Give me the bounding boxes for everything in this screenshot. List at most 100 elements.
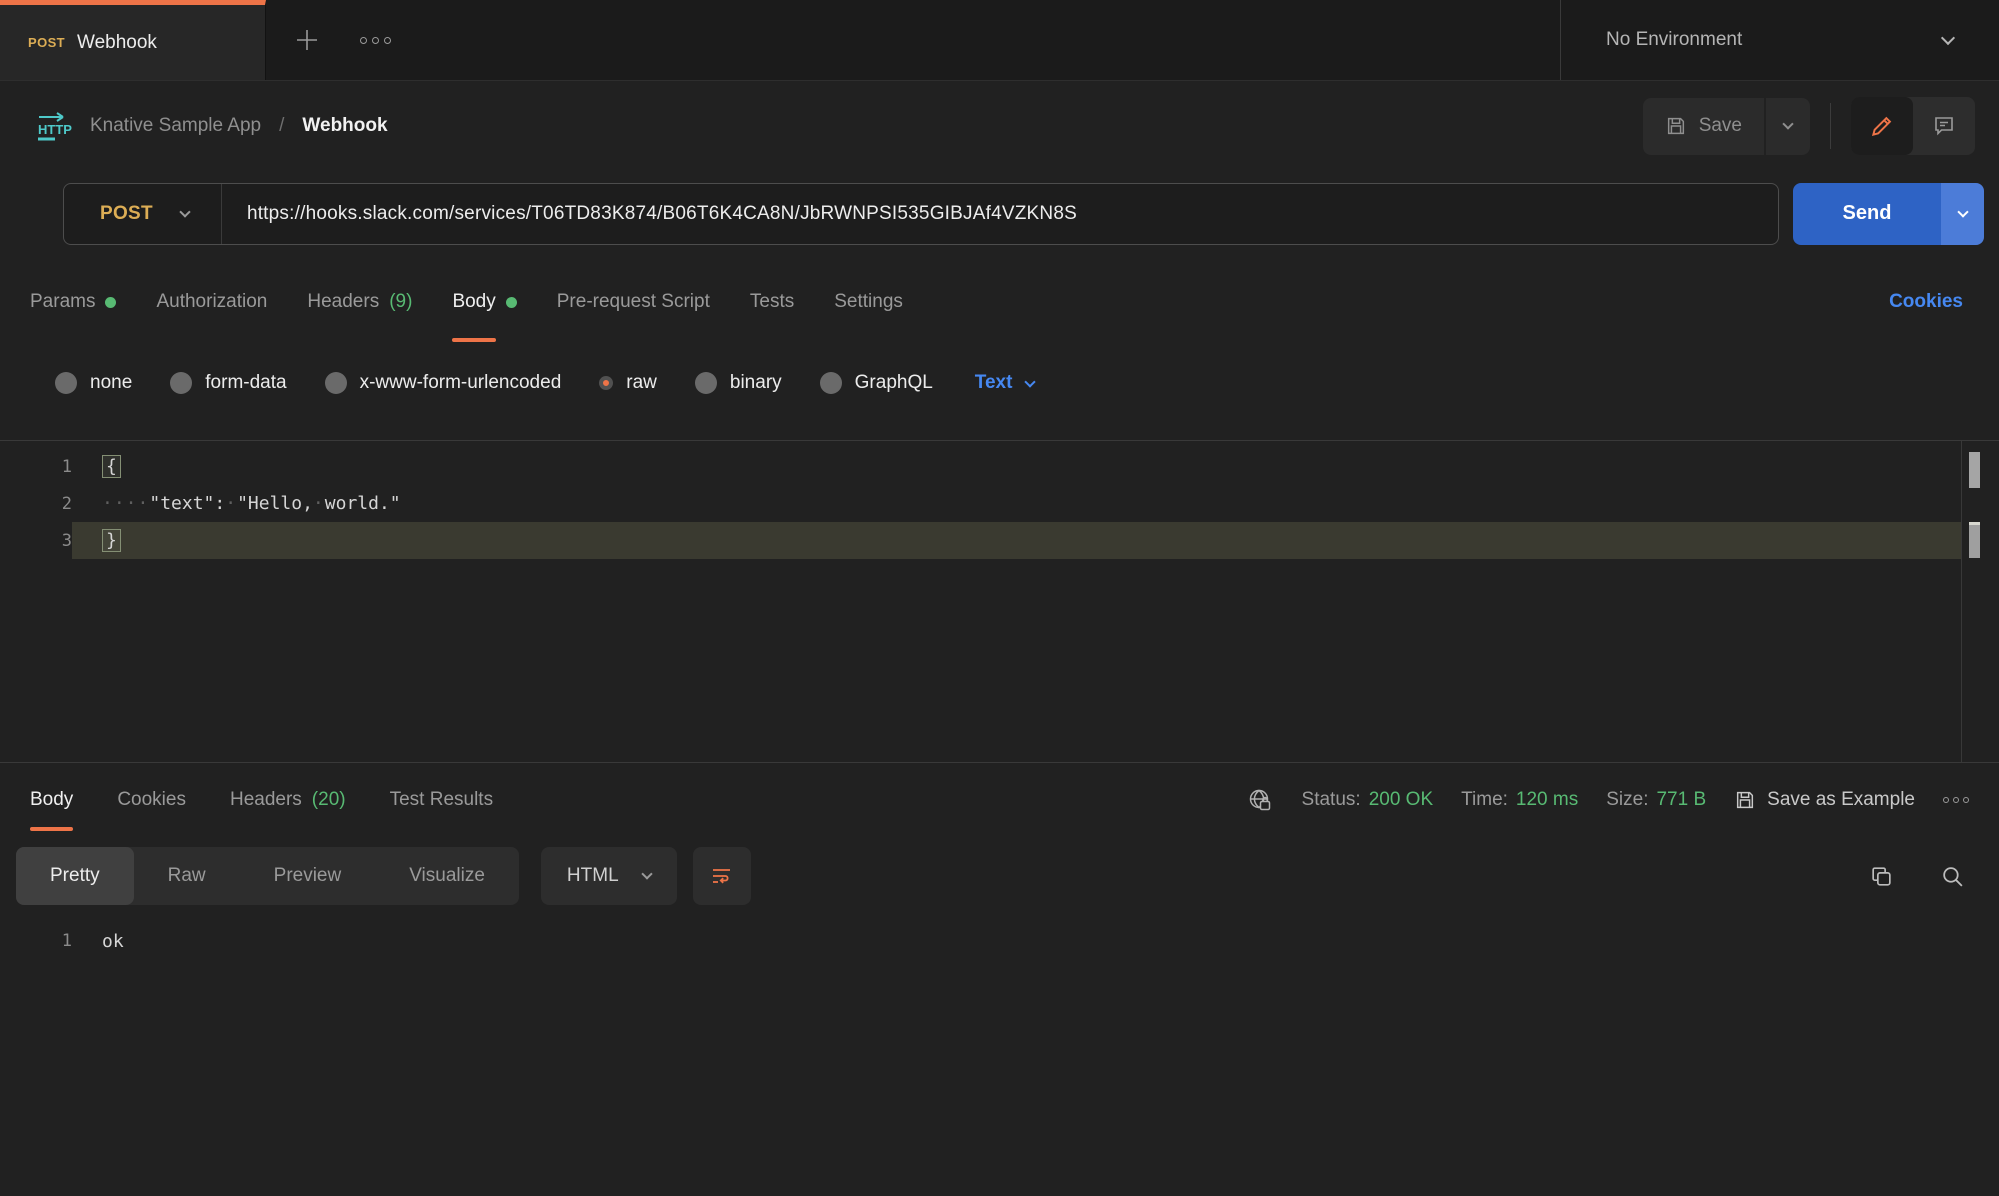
edit-documentation-button[interactable] — [1851, 97, 1913, 155]
tab-settings-label: Settings — [834, 256, 903, 348]
response-meta: Status: 200 OK Time: 120 ms Size: 771 B … — [1247, 787, 1969, 814]
mode-form-data[interactable]: form-data — [170, 372, 286, 394]
view-pretty[interactable]: Pretty — [16, 847, 134, 905]
save-as-example-button[interactable]: Save as Example — [1734, 789, 1915, 811]
search-icon — [1940, 864, 1965, 889]
editor-line-3-current: 3 } — [0, 522, 1999, 559]
save-icon — [1665, 115, 1687, 137]
scrollbar-mark[interactable] — [1969, 452, 1980, 488]
response-format-dropdown[interactable]: HTML — [541, 847, 677, 905]
response-format-label: HTML — [567, 865, 619, 887]
wrap-lines-button[interactable] — [693, 847, 751, 905]
request-tab-strip: POST Webhook No Environment — [0, 0, 1999, 81]
comment-icon — [1932, 114, 1956, 138]
send-button[interactable]: Send — [1793, 183, 1941, 245]
response-headers-count: (20) — [312, 789, 346, 811]
mode-urlencoded[interactable]: x-www-form-urlencoded — [325, 372, 562, 394]
plus-icon — [294, 27, 320, 53]
header-divider — [1830, 103, 1831, 149]
tab-tests[interactable]: Tests — [750, 256, 794, 348]
tab-params[interactable]: Params — [30, 256, 116, 348]
mode-binary[interactable]: binary — [695, 372, 782, 394]
copy-response-button[interactable] — [1869, 864, 1894, 889]
save-options-button[interactable] — [1766, 98, 1810, 155]
tab-settings[interactable]: Settings — [834, 256, 903, 348]
response-tab-headers[interactable]: Headers (20) — [230, 763, 346, 837]
response-toolbar: Pretty Raw Preview Visualize HTML — [0, 837, 1999, 915]
request-body-editor[interactable]: 1 { 2 ····"text":·"Hello,·world." 3 } — [0, 440, 1999, 763]
tab-body-label: Body — [452, 256, 495, 348]
radio-raw-selected[interactable] — [599, 376, 613, 390]
mode-none[interactable]: none — [55, 372, 132, 394]
response-tab-cookies-label: Cookies — [117, 763, 186, 837]
radio-none[interactable] — [55, 372, 77, 394]
tab-body[interactable]: Body — [452, 256, 516, 348]
line-number: 1 — [0, 448, 72, 485]
view-preview-label: Preview — [274, 865, 342, 887]
size-field[interactable]: Size: 771 B — [1606, 789, 1706, 811]
mode-raw[interactable]: raw — [599, 372, 657, 394]
radio-graphql[interactable] — [820, 372, 842, 394]
raw-type-dropdown[interactable]: Text — [975, 372, 1035, 394]
save-button[interactable]: Save — [1643, 98, 1764, 155]
svg-text:HTTP: HTTP — [38, 122, 72, 137]
cookies-link[interactable]: Cookies — [1889, 291, 1963, 313]
mode-graphql[interactable]: GraphQL — [820, 372, 933, 394]
save-button-group: Save — [1643, 98, 1810, 155]
comments-button[interactable] — [1913, 97, 1975, 155]
raw-type-label: Text — [975, 372, 1013, 394]
send-options-button[interactable] — [1941, 183, 1984, 245]
time-field[interactable]: Time: 120 ms — [1461, 789, 1578, 811]
body-active-dot — [506, 297, 517, 308]
open-request-tab[interactable]: POST Webhook — [0, 0, 266, 80]
new-tab-button[interactable] — [294, 27, 320, 53]
tab-authorization[interactable]: Authorization — [156, 256, 267, 348]
tab-headers[interactable]: Headers (9) — [307, 256, 412, 348]
method-dropdown[interactable]: POST — [64, 203, 221, 225]
view-raw[interactable]: Raw — [134, 847, 240, 905]
breadcrumb-request-name[interactable]: Webhook — [302, 115, 387, 137]
copy-icon — [1869, 864, 1894, 889]
time-label: Time: — [1461, 789, 1508, 811]
view-preview[interactable]: Preview — [240, 847, 376, 905]
view-raw-label: Raw — [168, 865, 206, 887]
search-response-button[interactable] — [1940, 864, 1965, 889]
environment-selector[interactable]: No Environment — [1560, 0, 1999, 80]
chevron-down-icon — [1782, 118, 1793, 129]
url-row: POST https://hooks.slack.com/services/T0… — [0, 171, 1999, 256]
response-body[interactable]: 1 ok — [0, 915, 1999, 952]
response-tab-test-results-label: Test Results — [390, 763, 493, 837]
network-globe-lock-icon — [1247, 787, 1274, 814]
line-number: 3 — [0, 522, 72, 559]
header-actions: Save — [1643, 97, 1975, 155]
scrollbar-mark-current-line[interactable] — [1969, 522, 1980, 558]
mode-urlencoded-label: x-www-form-urlencoded — [360, 372, 562, 394]
url-input[interactable]: https://hooks.slack.com/services/T06TD83… — [222, 203, 1778, 225]
response-header: Body Cookies Headers (20) Test Results S… — [0, 763, 1999, 837]
breadcrumb-separator: / — [279, 115, 284, 137]
radio-form-data[interactable] — [170, 372, 192, 394]
response-text: ok — [72, 931, 124, 952]
time-value: 120 ms — [1516, 789, 1578, 811]
status-field[interactable]: Status: 200 OK — [1302, 789, 1434, 811]
radio-binary[interactable] — [695, 372, 717, 394]
tab-method-badge: POST — [28, 35, 65, 50]
tab-options-button[interactable] — [360, 37, 391, 44]
radio-urlencoded[interactable] — [325, 372, 347, 394]
tab-pre-request-script[interactable]: Pre-request Script — [557, 256, 710, 348]
tab-pre-request-label: Pre-request Script — [557, 256, 710, 348]
response-tab-test-results[interactable]: Test Results — [390, 763, 493, 837]
response-tab-cookies[interactable]: Cookies — [117, 763, 186, 837]
breadcrumb-collection[interactable]: Knative Sample App — [90, 115, 261, 137]
response-tabs: Body Cookies Headers (20) Test Results — [30, 763, 493, 837]
response-options-button[interactable] — [1943, 797, 1969, 803]
method-label: POST — [100, 203, 153, 225]
response-view-switch: Pretty Raw Preview Visualize — [16, 847, 519, 905]
tab-tests-label: Tests — [750, 256, 794, 348]
response-tab-body[interactable]: Body — [30, 763, 73, 837]
chevron-down-icon — [1025, 376, 1036, 387]
view-visualize[interactable]: Visualize — [375, 847, 519, 905]
view-pretty-label: Pretty — [50, 865, 100, 887]
editor-line-2: 2 ····"text":·"Hello,·world." — [0, 485, 1999, 522]
response-tab-body-label: Body — [30, 763, 73, 837]
